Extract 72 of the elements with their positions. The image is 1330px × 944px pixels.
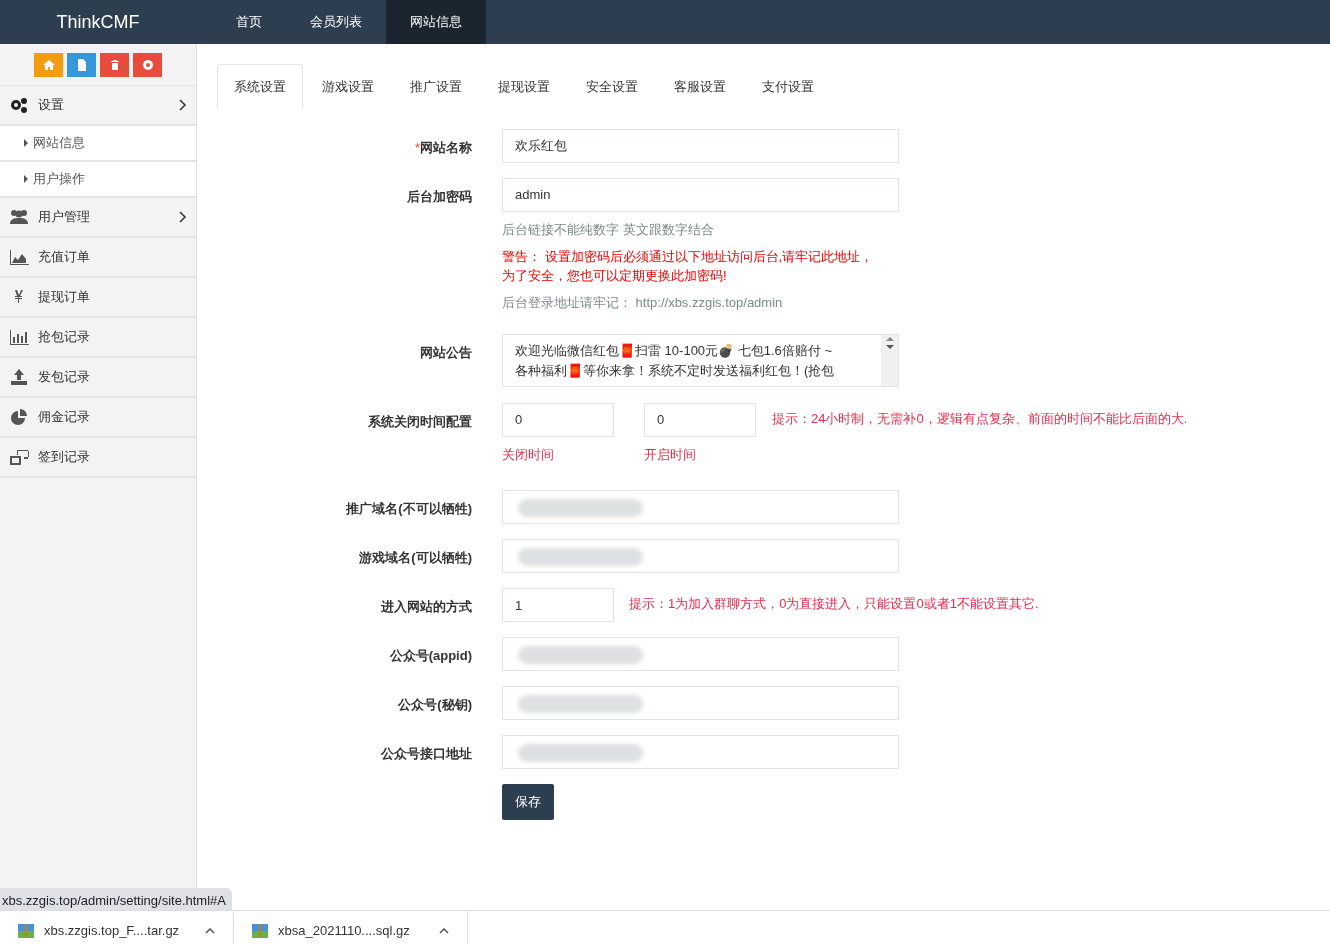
tab[interactable]: 支付设置 (745, 64, 831, 108)
help-text: 后台链接不能纯数字 英文跟数字结合 (502, 220, 715, 239)
field-caption: 关闭时间 (502, 445, 555, 464)
field-label: 公众号接口地址 (381, 746, 472, 761)
input-field[interactable]: 1 (502, 588, 614, 622)
caret-icon (24, 139, 28, 147)
home-icon (42, 59, 55, 71)
tab[interactable]: 推广设置 (393, 64, 479, 108)
download-item[interactable]: xbs.zzgis.top_F....tar.gz (0, 911, 234, 944)
tab[interactable]: 客服设置 (657, 64, 743, 108)
chevron-icon (179, 211, 187, 223)
tab[interactable]: 提现设置 (481, 64, 567, 108)
sidebar-item[interactable]: 充值订单 (0, 238, 196, 278)
archive-icon (252, 924, 268, 938)
help-text: 警告： 设置加密码后必须通过以下地址访问后台,请牢记此地址，为了安全，您也可以定期更换此加密码! (502, 247, 875, 285)
sidebar-item[interactable]: 签到记录 (0, 438, 196, 478)
area-chart-icon (9, 248, 29, 266)
trash-icon (108, 59, 121, 71)
hint-text: 提示：24小时制，无需补0，逻辑有点复杂、前面的时间不能比后面的大. (772, 409, 1188, 428)
sidebar-item[interactable]: 抢包记录 (0, 318, 196, 358)
nav-link[interactable]: 网站信息 (386, 0, 486, 44)
scroll-up-icon (885, 334, 894, 343)
toolbar-button[interactable] (34, 53, 63, 77)
caret-up-icon (205, 928, 215, 934)
sidebar-item[interactable]: 佣金记录 (0, 398, 196, 438)
file-icon (75, 59, 88, 71)
textarea-line: 欢迎光临微信红包🧧扫雷 10-100元💣 七包1.6倍赔付 ~ (515, 341, 833, 360)
tab[interactable]: 游戏设置 (305, 64, 391, 108)
archive-icon (18, 924, 34, 938)
field-label: 推广域名(不可以牺牲) (346, 501, 472, 516)
chevron-icon (179, 99, 187, 111)
input-field[interactable]: 欢乐红包 (502, 128, 899, 163)
input-field[interactable]: 0 (502, 402, 614, 437)
sidebar-item[interactable]: 提现订单 (0, 278, 196, 318)
field-label: 后台加密码 (407, 188, 472, 204)
tab[interactable]: 安全设置 (569, 64, 655, 108)
field-label: 网站公告 (420, 344, 472, 360)
windows-icon (9, 448, 29, 466)
field-label: 进入网站的方式 (381, 599, 472, 614)
required-mark: * (414, 139, 420, 155)
toolbar-button[interactable] (133, 53, 162, 77)
help-text: 后台登录地址请牢记： http://xbs.zzgis.top/admin (502, 293, 784, 312)
sidebar-item[interactable]: 发包记录 (0, 358, 196, 398)
field-label: 网站名称 (420, 139, 472, 155)
sidebar-subitem[interactable]: 用户操作 (0, 162, 196, 198)
field-label: 公众号(appid) (389, 648, 472, 663)
download-item[interactable]: xbsa_2021110....sql.gz (234, 911, 468, 944)
input-field[interactable]: 0 (644, 402, 756, 437)
tab[interactable]: 系统设置 (217, 64, 303, 108)
sidebar-subitem[interactable]: 网站信息 (0, 126, 196, 162)
users-icon (9, 208, 29, 226)
field-label: 系统关闭时间配置 (368, 413, 472, 429)
toolbar-button[interactable] (100, 53, 129, 77)
caret-icon (24, 175, 28, 183)
nav-link[interactable]: 首页 (212, 0, 286, 44)
field-caption: 开启时间 (644, 445, 697, 464)
sidebar-item[interactable]: 用户管理 (0, 198, 196, 238)
upload-icon (9, 368, 29, 386)
nav-link[interactable]: 会员列表 (286, 0, 386, 44)
save-button[interactable]: 保存 (502, 784, 554, 820)
bar-chart-icon (9, 328, 29, 346)
textarea-line: 各种福利🧧等你来拿！系统不定时发送福利红包！(抢包 (515, 361, 836, 380)
scroll-down-icon (885, 342, 894, 351)
field-label: 公众号(秘钥) (398, 697, 472, 712)
toolbar-button[interactable] (67, 53, 96, 77)
caret-up-icon (439, 928, 449, 934)
textarea-field[interactable]: 欢迎光临微信红包🧧扫雷 10-100元💣 七包1.6倍赔付 ~ 各种福利🧧等你来拿！系统不定时发送福利红包！(抢包 (502, 333, 899, 387)
brand-logo[interactable]: ThinkCMF (0, 0, 196, 44)
input-field[interactable]: admin (502, 177, 899, 212)
hint-text: 提示：1为加入群聊方式，0为直接进入，只能设置0或者1不能设置其它. (629, 595, 1039, 613)
pie-chart-icon (9, 408, 29, 426)
field-label: 游戏域名(可以牺牲) (359, 550, 472, 565)
